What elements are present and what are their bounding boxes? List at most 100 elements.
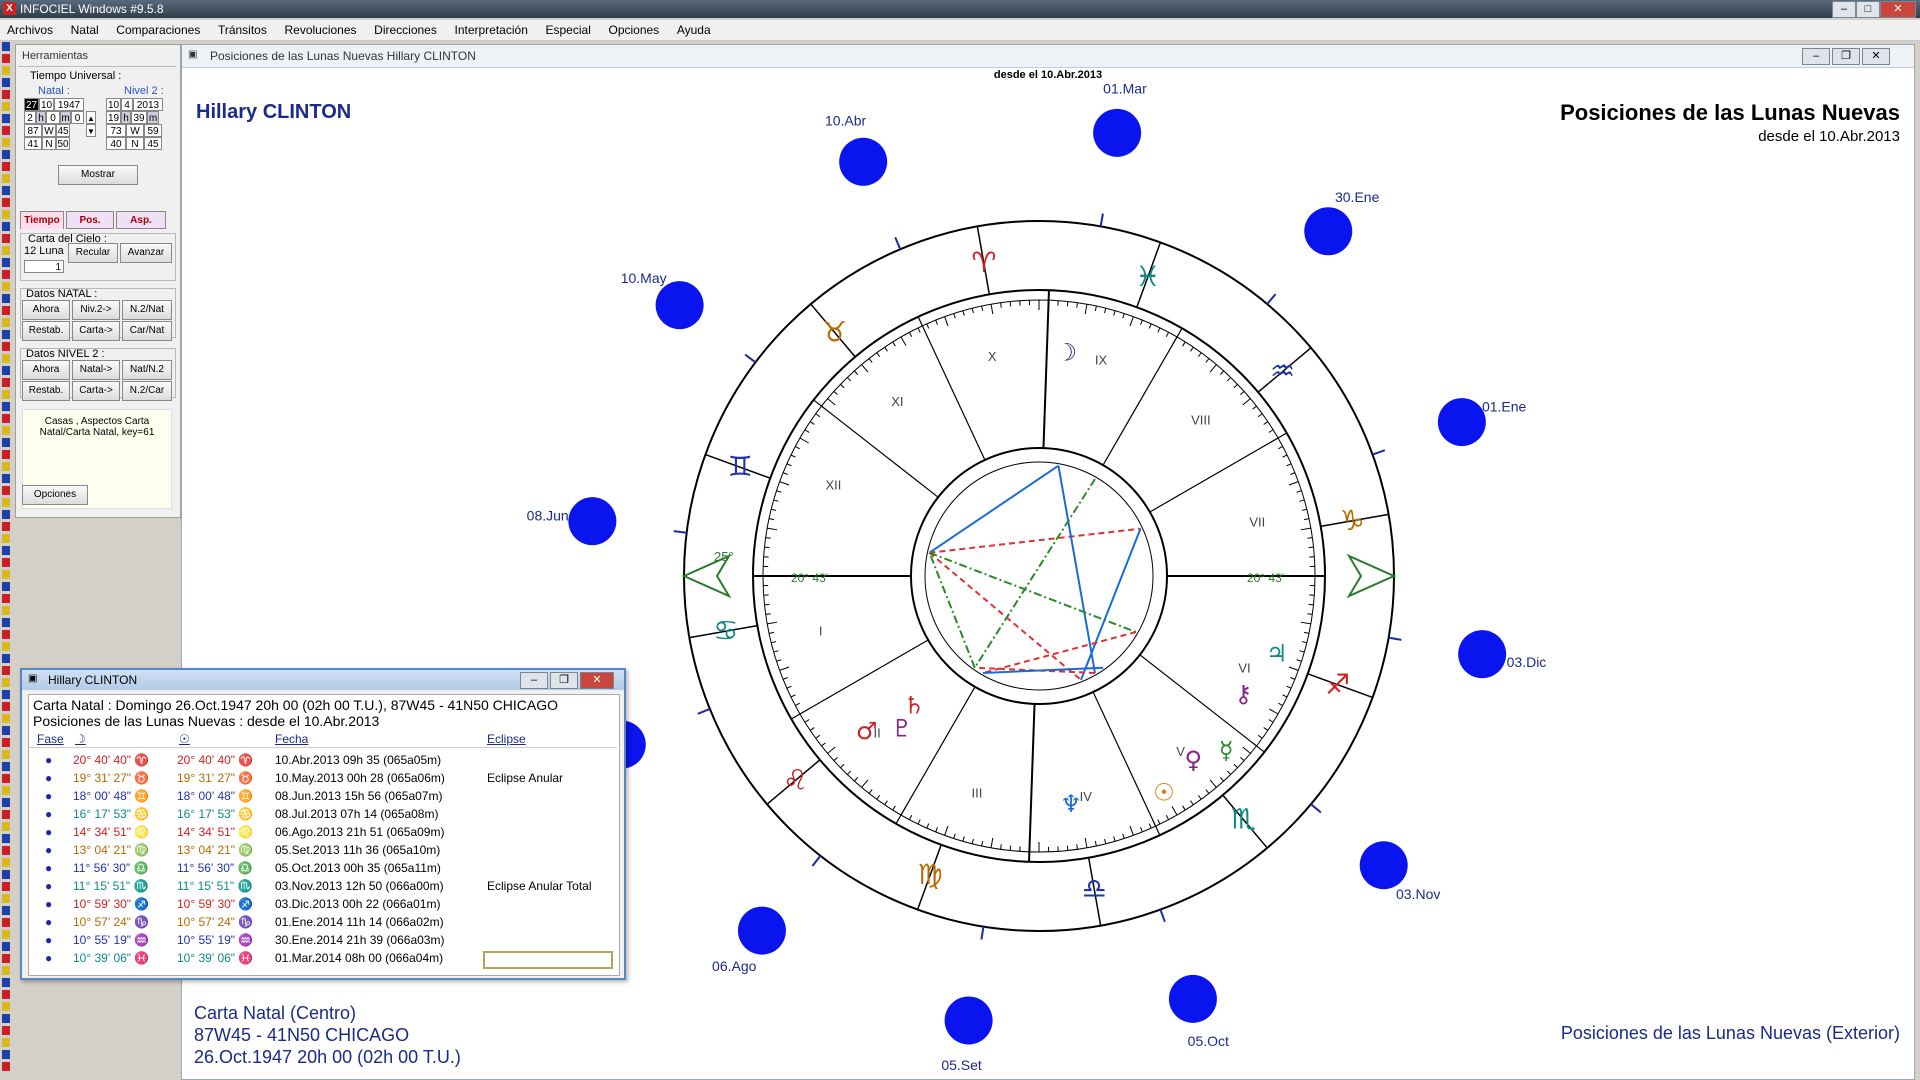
level2-restab-button[interactable]: Restab. <box>22 381 70 401</box>
strip-marker <box>2 954 10 963</box>
degree-tick <box>1066 301 1069 307</box>
natal-month[interactable]: 10 <box>39 98 54 111</box>
sun-position: 16° 17' 53" ♋ <box>177 807 254 821</box>
table-row[interactable]: ● 10° 57' 24" ♑ 10° 57' 24" ♑ 01.Ene.2014 1… <box>29 913 617 931</box>
level2-day[interactable]: 10 <box>106 98 121 111</box>
degree-tick <box>821 742 826 747</box>
natal-ahora-button[interactable]: Ahora <box>22 300 70 320</box>
table-row[interactable]: ● 11° 56' 30" ♎ 11° 56' 30" ♎ 05.Oct.2013 0… <box>29 859 617 877</box>
natal-lat-min[interactable]: 50 <box>56 137 70 150</box>
tab-asp[interactable]: Asp. <box>116 211 166 229</box>
level2-year[interactable]: 2013 <box>133 98 163 111</box>
popup-minimize-button[interactable]: – <box>520 672 548 689</box>
table-row[interactable]: ● 14° 34' 51" ♌ 14° 34' 51" ♌ 06.Ago.2013 2… <box>29 823 617 841</box>
recular-button[interactable]: Recular <box>68 243 118 263</box>
level2-min[interactable]: 39 <box>131 111 147 124</box>
degree-tick <box>1148 323 1152 329</box>
level2-natn2-button[interactable]: Nat/N.2 <box>122 360 172 380</box>
ascendant-degree: 20° 43' <box>791 571 828 585</box>
col-fecha[interactable]: Fecha <box>275 732 308 746</box>
level2-lon-dir[interactable]: W <box>126 124 144 137</box>
table-row[interactable]: ● 16° 17' 53" ♋ 16° 17' 53" ♋ 08.Jul.2013 0… <box>29 805 617 823</box>
opciones-button[interactable]: Opciones <box>22 485 88 505</box>
level2-natal-button[interactable]: Natal-> <box>72 360 120 380</box>
tab-pos[interactable]: Pos. <box>66 211 114 229</box>
table-row[interactable]: ● 19° 31' 27" ♉ 19° 31' 27" ♉ 10.May.2013 0… <box>29 769 617 787</box>
natal-carnat-button[interactable]: Car/Nat <box>122 321 172 341</box>
menu-comparaciones[interactable]: Comparaciones <box>109 20 207 37</box>
spin-up-icon[interactable]: ▲ <box>86 111 96 124</box>
table-row[interactable]: ● 11° 15' 51" ♏ 11° 15' 51" ♏ 03.Nov.2013 1… <box>29 877 617 895</box>
degree-tick <box>1307 537 1313 539</box>
level2-n2car-button[interactable]: N.2/Car <box>122 381 172 401</box>
date-cell: 05.Set.2013 11h 36 (065a10m) <box>275 843 441 857</box>
eclipse-edit-box[interactable] <box>483 951 613 969</box>
table-row[interactable]: ● 10° 55' 19" ♒ 10° 55' 19" ♒ 30.Ene.2014 2… <box>29 931 617 949</box>
natal-lon-deg[interactable]: 87 <box>24 124 42 137</box>
moon-count-input[interactable]: 1 <box>24 260 64 273</box>
popup-close-button[interactable]: ✕ <box>580 672 614 689</box>
degree-tick <box>767 527 778 531</box>
col-sun[interactable]: ☉ <box>179 732 190 746</box>
natal-hour[interactable]: 0 <box>46 111 60 124</box>
level2-carta-button[interactable]: Carta-> <box>72 381 120 401</box>
strip-marker <box>2 822 10 831</box>
maximize-button[interactable]: □ <box>1856 1 1880 18</box>
strip-marker <box>2 1014 10 1023</box>
natal-n2nat-button[interactable]: N.2/Nat <box>122 300 172 320</box>
natal-carta-button[interactable]: Carta-> <box>72 321 120 341</box>
natal-lat-deg[interactable]: 41 <box>24 137 42 150</box>
level2-ahora-button[interactable]: Ahora <box>22 360 70 380</box>
level2-lat-deg[interactable]: 40 <box>106 137 126 150</box>
strip-marker <box>2 618 10 627</box>
tab-tiempo[interactable]: Tiempo <box>20 211 64 229</box>
show-button[interactable]: Mostrar <box>58 165 138 185</box>
menu-direcciones[interactable]: Direcciones <box>367 20 444 37</box>
degree-tick <box>765 537 771 539</box>
spin-down-icon[interactable]: ▼ <box>86 124 96 137</box>
table-row[interactable]: ● 20° 40' 40" ♈ 20° 40' 40" ♈ 10.Abr.2013 0… <box>29 751 617 769</box>
degree-tick <box>776 490 782 493</box>
col-eclipse[interactable]: Eclipse <box>487 732 526 746</box>
natal-year[interactable]: 1947 <box>54 98 84 111</box>
natal-hour-box[interactable]: 2 <box>24 111 36 124</box>
degree-tick <box>1076 844 1078 850</box>
avanzar-button[interactable]: Avanzar <box>120 243 172 263</box>
strip-marker <box>2 414 10 423</box>
natal-niv2-button[interactable]: Niv.2-> <box>72 300 120 320</box>
table-row[interactable]: ● 10° 59' 30" ♐ 10° 59' 30" ♐ 03.Dic.2013 0… <box>29 895 617 913</box>
zodiac-sign-icon: ♍ <box>918 858 943 891</box>
menu-archivos[interactable]: Archivos <box>0 20 60 37</box>
degree-tick <box>809 727 815 731</box>
close-button[interactable]: ✕ <box>1880 1 1916 18</box>
popup-restore-button[interactable]: ❐ <box>550 672 578 689</box>
natal-min[interactable]: 0 <box>71 111 84 124</box>
col-moon[interactable]: ☽ <box>75 732 86 746</box>
menu-transitos[interactable]: Tránsitos <box>211 20 274 37</box>
natal-day[interactable]: 27 <box>24 98 39 111</box>
menu-opciones[interactable]: Opciones <box>601 20 666 37</box>
degree-tick <box>1290 677 1296 680</box>
natal-lat-dir[interactable]: N <box>42 137 56 150</box>
level2-lat-min[interactable]: 45 <box>144 137 162 150</box>
menu-interpretacion[interactable]: Interpretación <box>447 20 534 37</box>
menu-natal[interactable]: Natal <box>64 20 106 37</box>
minimize-button[interactable]: – <box>1832 1 1856 18</box>
menu-ayuda[interactable]: Ayuda <box>670 20 718 37</box>
menu-especial[interactable]: Especial <box>539 20 598 37</box>
level2-month[interactable]: 4 <box>121 98 133 111</box>
level2-lat-dir[interactable]: N <box>126 137 144 150</box>
level2-lon-deg[interactable]: 73 <box>106 124 126 137</box>
natal-lon-min[interactable]: 45 <box>56 124 70 137</box>
table-row[interactable]: ● 13° 04' 21" ♍ 13° 04' 21" ♍ 05.Set.2013 1… <box>29 841 617 859</box>
natal-lon-dir[interactable]: W <box>42 124 56 137</box>
natal-restab-button[interactable]: Restab. <box>22 321 70 341</box>
strip-marker <box>2 150 10 159</box>
menu-revoluciones[interactable]: Revoluciones <box>277 20 363 37</box>
col-fase[interactable]: Fase <box>37 732 64 746</box>
new-moon-label: 30.Ene <box>1335 189 1380 205</box>
strip-marker <box>2 354 10 363</box>
table-row[interactable]: ● 18° 00' 48" ♊ 18° 00' 48" ♊ 08.Jun.2013 1… <box>29 787 617 805</box>
level2-lon-min[interactable]: 59 <box>144 124 162 137</box>
level2-hour[interactable]: 19 <box>106 111 121 124</box>
